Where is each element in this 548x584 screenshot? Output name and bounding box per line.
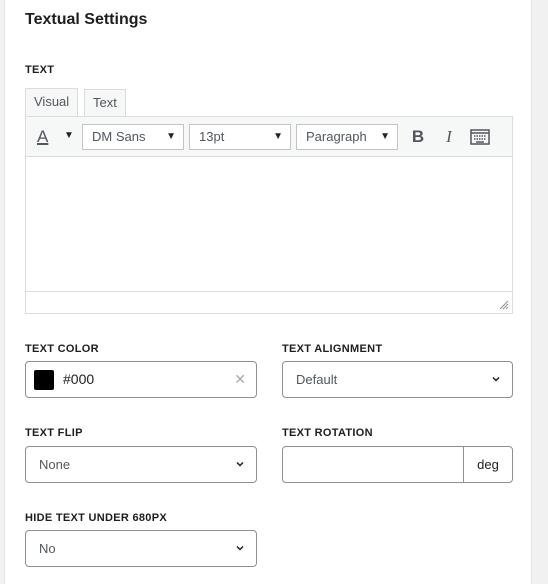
font-family-select[interactable]: DM Sans ▼ [82,124,184,150]
tab-visual[interactable]: Visual [25,88,79,118]
text-color-value: #000 [63,371,95,387]
toolbar-toggle-button[interactable] [467,125,493,149]
italic-button[interactable]: I [436,125,462,149]
text-rotation-field[interactable]: deg [282,446,513,483]
clear-icon[interactable]: ✕ [234,362,246,397]
rotation-unit-label: deg [463,447,512,482]
hide-text-label: HIDE TEXT UNDER 680PX [25,512,168,524]
text-color-icon: A [37,127,49,146]
text-editor: A ▼ DM Sans ▼ 13pt ▼ Paragraph ▼ B I [25,116,513,314]
tab-text[interactable]: Text [84,89,126,116]
text-color-label: TEXT COLOR [25,343,99,355]
chevron-down-icon [492,376,500,382]
settings-panel: Textual Settings TEXT Visual Text A ▼ DM… [4,0,532,584]
text-alignment-select[interactable]: Default [282,361,513,398]
editor-toolbar: A ▼ DM Sans ▼ 13pt ▼ Paragraph ▼ B I [26,117,512,157]
text-alignment-label: TEXT ALIGNMENT [282,343,383,355]
editor-content[interactable] [26,157,512,291]
chevron-down-icon: ▼ [380,131,390,142]
text-alignment-value: Default [296,372,338,387]
text-label: TEXT [25,64,55,76]
format-value: Paragraph [306,129,367,144]
text-flip-value: None [39,457,71,472]
chevron-down-icon [236,545,244,551]
chevron-down-icon: ▼ [166,131,176,142]
color-swatch[interactable] [34,370,54,390]
text-color-field[interactable]: #000 ✕ [25,361,257,398]
chevron-down-icon: ▼ [273,131,283,142]
chevron-down-icon: ▼ [64,130,74,141]
font-family-value: DM Sans [92,129,146,144]
font-size-select[interactable]: 13pt ▼ [189,124,291,150]
resize-handle-icon[interactable] [499,300,509,310]
text-color-button[interactable]: A ▼ [34,125,76,149]
bold-button[interactable]: B [405,125,431,149]
text-rotation-label: TEXT ROTATION [282,427,373,439]
text-flip-select[interactable]: None [25,446,257,483]
keyboard-icon [470,129,490,145]
format-select[interactable]: Paragraph ▼ [296,124,398,150]
text-flip-label: TEXT FLIP [25,427,83,439]
chevron-down-icon [236,461,244,467]
editor-statusbar [26,291,512,313]
panel-title: Textual Settings [25,11,148,28]
font-size-value: 13pt [199,129,225,144]
hide-text-select[interactable]: No [25,530,257,567]
hide-text-value: No [39,541,56,556]
